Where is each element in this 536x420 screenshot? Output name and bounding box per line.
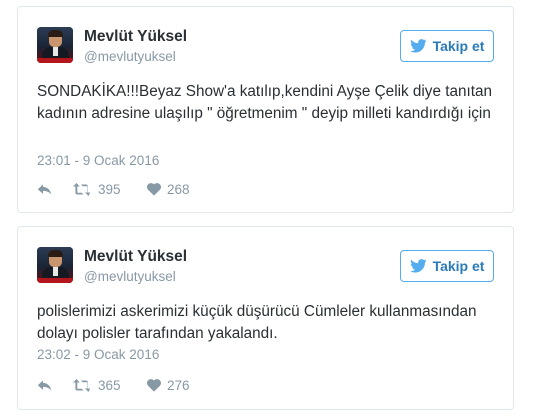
user-name[interactable]: Mevlüt Yüksel xyxy=(84,248,187,266)
tweet-card: Mevlüt Yüksel @mevlutyuksel Takip et SON… xyxy=(17,6,514,213)
tweet-card: Mevlüt Yüksel @mevlutyuksel Takip et pol… xyxy=(17,226,514,410)
retweet-icon xyxy=(73,378,92,392)
timestamp[interactable]: 23:02 - 9 Ocak 2016 xyxy=(37,347,159,362)
like-button[interactable]: 276 xyxy=(147,378,190,393)
retweet-button[interactable]: 365 xyxy=(73,378,147,393)
retweet-icon xyxy=(73,182,92,196)
follow-label: Takip et xyxy=(432,258,485,274)
heart-icon xyxy=(147,182,161,196)
like-count: 276 xyxy=(167,377,190,393)
reply-button[interactable] xyxy=(37,379,73,392)
user-handle[interactable]: @mevlutyuksel xyxy=(84,49,176,64)
like-count: 268 xyxy=(167,181,190,197)
tweet-actions: 395 268 xyxy=(37,179,190,199)
retweet-count: 365 xyxy=(98,377,121,393)
timestamp[interactable]: 23:01 - 9 Ocak 2016 xyxy=(37,153,159,168)
follow-button[interactable]: Takip et xyxy=(400,30,494,62)
like-button[interactable]: 268 xyxy=(147,182,190,197)
reply-icon xyxy=(37,379,53,392)
tweet-text: polislerimizi askerimizi küçük düşürücü … xyxy=(37,303,477,342)
bird-icon xyxy=(409,39,427,53)
user-handle[interactable]: @mevlutyuksel xyxy=(84,269,176,284)
user-name[interactable]: Mevlüt Yüksel xyxy=(84,28,187,46)
heart-icon xyxy=(147,378,161,392)
reply-icon xyxy=(37,183,53,196)
avatar[interactable] xyxy=(37,247,73,283)
tweet-actions: 365 276 xyxy=(37,375,190,395)
retweet-count: 395 xyxy=(98,181,121,197)
retweet-button[interactable]: 395 xyxy=(73,182,147,197)
bird-icon xyxy=(409,259,427,273)
reply-button[interactable] xyxy=(37,183,73,196)
tweet-text: SONDAKİKA!!!Beyaz Show'a katılıp,kendini… xyxy=(37,83,492,122)
follow-button[interactable]: Takip et xyxy=(400,250,494,282)
avatar[interactable] xyxy=(37,27,73,63)
follow-label: Takip et xyxy=(432,38,485,54)
